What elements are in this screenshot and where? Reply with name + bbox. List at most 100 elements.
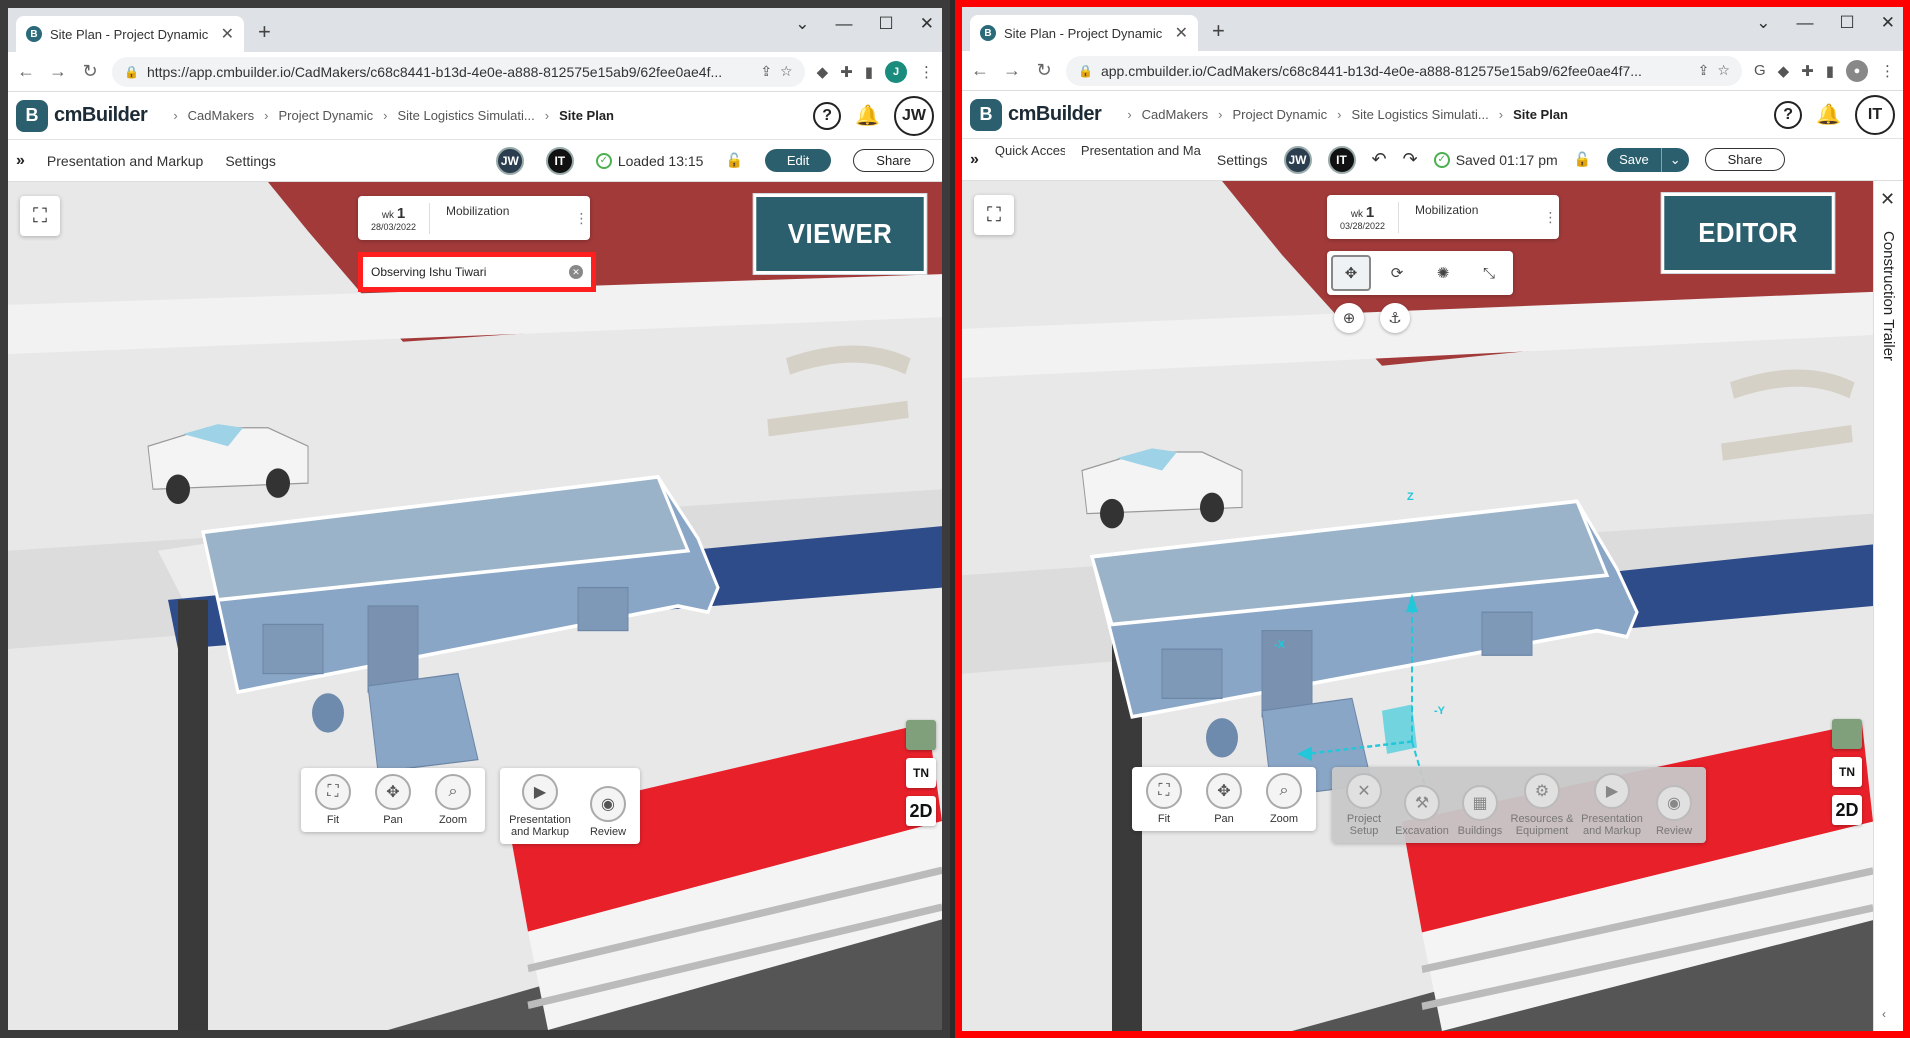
save-options-chevron-icon[interactable]: ⌄: [1660, 147, 1689, 172]
kebab-menu-icon[interactable]: ⋮: [1880, 62, 1895, 80]
maximize-icon[interactable]: ☐: [879, 14, 894, 34]
profile-avatar-icon[interactable]: ●: [1846, 59, 1868, 82]
buildings-tool[interactable]: ▦ Buildings: [1456, 785, 1504, 837]
true-north-button[interactable]: TN: [1832, 757, 1862, 787]
zoom-tool[interactable]: ⌕ Zoom: [1260, 773, 1308, 825]
collaborator-avatar[interactable]: IT: [545, 146, 574, 175]
redo-icon[interactable]: ↷: [1403, 149, 1418, 170]
browser-tab[interactable]: B Site Plan - Project Dynamic | cmE ✕: [970, 15, 1198, 51]
menu-settings[interactable]: Settings: [225, 153, 276, 169]
pan-tool[interactable]: ✥ Pan: [369, 774, 417, 826]
project-setup-tool[interactable]: ✕ Project Setup: [1340, 773, 1388, 837]
close-window-icon[interactable]: ✕: [1881, 13, 1895, 33]
chevron-left-icon[interactable]: ‹: [1882, 1007, 1886, 1021]
share-button[interactable]: Share: [1704, 148, 1786, 171]
profile-avatar[interactable]: J: [885, 60, 907, 83]
breadcrumb-item[interactable]: CadMakers: [188, 108, 254, 123]
collaborator-avatar[interactable]: IT: [1327, 145, 1356, 174]
close-tab-icon[interactable]: ✕: [221, 24, 234, 44]
reload-icon[interactable]: ↻: [80, 61, 100, 82]
padlock-icon[interactable]: 🔓: [1574, 151, 1591, 168]
minimize-icon[interactable]: —: [1797, 13, 1814, 33]
pan-tool[interactable]: ✥ Pan: [1200, 773, 1248, 825]
menu-quick-access[interactable]: Quick Access: [995, 142, 1065, 178]
expand-menu-icon[interactable]: »: [970, 151, 979, 169]
collaborator-avatar[interactable]: JW: [495, 146, 524, 175]
app-logo[interactable]: B cmBuilder: [970, 98, 1102, 131]
true-north-button[interactable]: TN: [906, 758, 936, 788]
review-tool[interactable]: ◉ Review: [584, 786, 632, 838]
padlock-icon[interactable]: 🔓: [725, 152, 742, 169]
rotate-icon[interactable]: ⟳: [1377, 255, 1417, 291]
week-selector[interactable]: wk 1 03/28/2022 Mobilization ⋮: [1327, 195, 1559, 239]
menu-presentation-markup[interactable]: Presentation and Markup: [1081, 142, 1201, 178]
menu-presentation-markup[interactable]: Presentation and Markup: [47, 153, 203, 169]
excavation-tool[interactable]: ⚒ Excavation: [1394, 785, 1450, 837]
save-button[interactable]: Save: [1607, 148, 1661, 172]
close-drawer-icon[interactable]: ✕: [1880, 189, 1895, 210]
bell-icon[interactable]: 🔔: [1816, 102, 1841, 127]
resources-equipment-tool[interactable]: ⚙ Resources & Equipment: [1510, 773, 1574, 837]
observing-field[interactable]: Observing Ishu Tiwari ✕: [358, 252, 596, 292]
bookmark-star-icon[interactable]: ☆: [1717, 62, 1730, 79]
app-logo[interactable]: B cmBuilder: [16, 99, 148, 132]
snap-to-ground-icon[interactable]: ⚓: [1380, 303, 1410, 333]
edit-button[interactable]: Edit: [764, 149, 832, 172]
url-field[interactable]: 🔒 https://app.cmbuilder.io/CadMakers/c68…: [112, 56, 805, 87]
more-vertical-icon[interactable]: ⋮: [1541, 210, 1559, 224]
review-tool[interactable]: ◉ Review: [1650, 785, 1698, 837]
help-icon[interactable]: ?: [1774, 100, 1803, 129]
extension-icon[interactable]: ◆: [817, 63, 829, 81]
user-avatar[interactable]: IT: [1855, 94, 1895, 135]
share-button[interactable]: Share: [853, 149, 934, 172]
measure-icon[interactable]: ⤡: [1469, 255, 1509, 291]
bookmark-star-icon[interactable]: ☆: [780, 63, 793, 80]
back-icon[interactable]: ←: [970, 60, 990, 81]
fit-tool[interactable]: ⛶ Fit: [309, 774, 357, 826]
back-icon[interactable]: ←: [16, 61, 36, 82]
2d-toggle[interactable]: 2D: [1832, 795, 1862, 825]
expand-menu-icon[interactable]: »: [16, 152, 25, 170]
breadcrumb-item[interactable]: Site Logistics Simulati...: [1351, 107, 1488, 122]
presentation-markup-tool[interactable]: ▶ Presentation and Markup: [508, 774, 572, 838]
move-icon[interactable]: ✥: [1331, 255, 1371, 291]
breadcrumb-item[interactable]: Project Dynamic: [278, 108, 373, 123]
new-tab-icon[interactable]: +: [1212, 18, 1225, 44]
3d-viewport[interactable]: Z -X -Y ⛶ wk 1 03/28/2022 Mobilization ⋮…: [962, 181, 1873, 1031]
chevron-down-icon[interactable]: ⌄: [1756, 13, 1770, 33]
zoom-tool[interactable]: ⌕ Zoom: [429, 774, 477, 826]
close-window-icon[interactable]: ✕: [920, 14, 934, 34]
scene-tree-button[interactable]: ⛶: [20, 196, 60, 236]
help-icon[interactable]: ?: [813, 101, 842, 130]
scene-tree-button[interactable]: ⛶: [974, 195, 1014, 235]
2d-toggle[interactable]: 2D: [906, 796, 936, 826]
user-avatar[interactable]: JW: [894, 95, 934, 136]
breadcrumb-item[interactable]: Project Dynamic: [1232, 107, 1327, 122]
clear-icon[interactable]: ✕: [569, 265, 583, 279]
sidebar-icon[interactable]: ▮: [865, 63, 873, 81]
maximize-icon[interactable]: ☐: [1840, 13, 1855, 33]
basemap-toggle[interactable]: [906, 720, 936, 750]
minimize-icon[interactable]: —: [836, 14, 853, 34]
3d-viewport[interactable]: ⛶ wk 1 28/03/2022 Mobilization ⋮ Observi…: [8, 182, 942, 1030]
reload-icon[interactable]: ↻: [1034, 60, 1054, 81]
week-selector[interactable]: wk 1 28/03/2022 Mobilization ⋮: [358, 196, 590, 240]
world-space-icon[interactable]: ⊕: [1334, 303, 1364, 333]
kebab-menu-icon[interactable]: ⋮: [919, 63, 934, 81]
translate-icon[interactable]: G: [1754, 62, 1766, 79]
presentation-markup-tool[interactable]: ▶ Presentation and Markup: [1580, 773, 1644, 837]
forward-icon[interactable]: →: [48, 61, 68, 82]
forward-icon[interactable]: →: [1002, 60, 1022, 81]
chevron-down-icon[interactable]: ⌄: [795, 14, 809, 34]
share-page-icon[interactable]: ⇪: [760, 63, 772, 80]
url-field[interactable]: 🔒 app.cmbuilder.io/CadMakers/c68c8441-b1…: [1066, 55, 1742, 86]
share-page-icon[interactable]: ⇪: [1698, 62, 1710, 79]
scale-icon[interactable]: ✺: [1423, 255, 1463, 291]
breadcrumb-item[interactable]: Site Logistics Simulati...: [397, 108, 534, 123]
bell-icon[interactable]: 🔔: [855, 103, 880, 128]
menu-settings[interactable]: Settings: [1217, 152, 1268, 168]
basemap-toggle[interactable]: [1832, 719, 1862, 749]
close-tab-icon[interactable]: ✕: [1175, 23, 1188, 43]
collaborator-avatar[interactable]: JW: [1283, 145, 1312, 174]
breadcrumb-item[interactable]: CadMakers: [1142, 107, 1208, 122]
